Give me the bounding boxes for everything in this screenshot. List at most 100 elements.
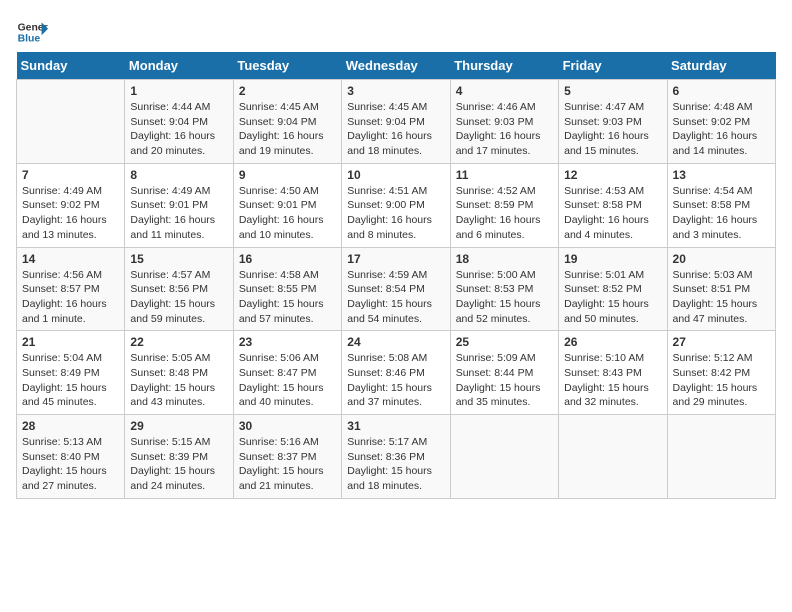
calendar-cell: 16 Sunrise: 4:58 AM Sunset: 8:55 PM Dayl… [233, 247, 341, 331]
day-number: 6 [673, 84, 770, 98]
day-info: Sunrise: 5:09 AM Sunset: 8:44 PM Dayligh… [456, 351, 553, 410]
calendar-cell: 3 Sunrise: 4:45 AM Sunset: 9:04 PM Dayli… [342, 80, 450, 164]
day-info: Sunrise: 4:58 AM Sunset: 8:55 PM Dayligh… [239, 268, 336, 327]
calendar-cell: 23 Sunrise: 5:06 AM Sunset: 8:47 PM Dayl… [233, 331, 341, 415]
day-info: Sunrise: 5:06 AM Sunset: 8:47 PM Dayligh… [239, 351, 336, 410]
sunset-label: Sunset: 9:01 PM [239, 199, 317, 211]
day-info: Sunrise: 5:10 AM Sunset: 8:43 PM Dayligh… [564, 351, 661, 410]
sunset-label: Sunset: 8:56 PM [130, 283, 208, 295]
sunrise-label: Sunrise: 5:05 AM [130, 352, 210, 364]
sunset-label: Sunset: 8:58 PM [564, 199, 642, 211]
day-number: 1 [130, 84, 227, 98]
weekday-header: Tuesday [233, 52, 341, 80]
sunset-label: Sunset: 8:58 PM [673, 199, 751, 211]
logo: General Blue [16, 16, 48, 48]
calendar-week-row: 21 Sunrise: 5:04 AM Sunset: 8:49 PM Dayl… [17, 331, 776, 415]
daylight-label: Daylight: 16 hours and 15 minutes. [564, 130, 649, 157]
day-info: Sunrise: 4:49 AM Sunset: 9:02 PM Dayligh… [22, 184, 119, 243]
sunrise-label: Sunrise: 4:49 AM [130, 185, 210, 197]
sunset-label: Sunset: 8:53 PM [456, 283, 534, 295]
sunrise-label: Sunrise: 5:01 AM [564, 269, 644, 281]
daylight-label: Daylight: 15 hours and 59 minutes. [130, 298, 215, 325]
sunrise-label: Sunrise: 4:45 AM [239, 101, 319, 113]
calendar-week-row: 7 Sunrise: 4:49 AM Sunset: 9:02 PM Dayli… [17, 163, 776, 247]
day-info: Sunrise: 4:47 AM Sunset: 9:03 PM Dayligh… [564, 100, 661, 159]
weekday-header: Monday [125, 52, 233, 80]
day-number: 9 [239, 168, 336, 182]
weekday-header-row: SundayMondayTuesdayWednesdayThursdayFrid… [17, 52, 776, 80]
day-info: Sunrise: 5:01 AM Sunset: 8:52 PM Dayligh… [564, 268, 661, 327]
calendar-cell: 18 Sunrise: 5:00 AM Sunset: 8:53 PM Dayl… [450, 247, 558, 331]
sunset-label: Sunset: 9:03 PM [564, 116, 642, 128]
day-number: 17 [347, 252, 444, 266]
day-info: Sunrise: 4:45 AM Sunset: 9:04 PM Dayligh… [347, 100, 444, 159]
day-number: 21 [22, 335, 119, 349]
sunset-label: Sunset: 8:55 PM [239, 283, 317, 295]
day-info: Sunrise: 5:15 AM Sunset: 8:39 PM Dayligh… [130, 435, 227, 494]
calendar-cell: 9 Sunrise: 4:50 AM Sunset: 9:01 PM Dayli… [233, 163, 341, 247]
calendar-week-row: 28 Sunrise: 5:13 AM Sunset: 8:40 PM Dayl… [17, 415, 776, 499]
day-number: 10 [347, 168, 444, 182]
daylight-label: Daylight: 16 hours and 4 minutes. [564, 214, 649, 241]
day-number: 30 [239, 419, 336, 433]
daylight-label: Daylight: 16 hours and 19 minutes. [239, 130, 324, 157]
weekday-header: Thursday [450, 52, 558, 80]
day-number: 24 [347, 335, 444, 349]
sunset-label: Sunset: 8:36 PM [347, 451, 425, 463]
sunrise-label: Sunrise: 4:47 AM [564, 101, 644, 113]
sunset-label: Sunset: 8:47 PM [239, 367, 317, 379]
sunrise-label: Sunrise: 4:52 AM [456, 185, 536, 197]
calendar-week-row: 14 Sunrise: 4:56 AM Sunset: 8:57 PM Dayl… [17, 247, 776, 331]
sunrise-label: Sunrise: 5:08 AM [347, 352, 427, 364]
day-number: 11 [456, 168, 553, 182]
day-number: 23 [239, 335, 336, 349]
sunset-label: Sunset: 9:02 PM [673, 116, 751, 128]
day-info: Sunrise: 4:44 AM Sunset: 9:04 PM Dayligh… [130, 100, 227, 159]
sunset-label: Sunset: 8:59 PM [456, 199, 534, 211]
day-number: 16 [239, 252, 336, 266]
day-info: Sunrise: 4:54 AM Sunset: 8:58 PM Dayligh… [673, 184, 770, 243]
daylight-label: Daylight: 16 hours and 1 minute. [22, 298, 107, 325]
daylight-label: Daylight: 15 hours and 27 minutes. [22, 465, 107, 492]
day-info: Sunrise: 4:52 AM Sunset: 8:59 PM Dayligh… [456, 184, 553, 243]
sunrise-label: Sunrise: 4:56 AM [22, 269, 102, 281]
daylight-label: Daylight: 15 hours and 47 minutes. [673, 298, 758, 325]
weekday-header: Sunday [17, 52, 125, 80]
sunrise-label: Sunrise: 4:45 AM [347, 101, 427, 113]
day-info: Sunrise: 4:59 AM Sunset: 8:54 PM Dayligh… [347, 268, 444, 327]
daylight-label: Daylight: 16 hours and 14 minutes. [673, 130, 758, 157]
day-info: Sunrise: 4:50 AM Sunset: 9:01 PM Dayligh… [239, 184, 336, 243]
sunrise-label: Sunrise: 4:54 AM [673, 185, 753, 197]
day-number: 15 [130, 252, 227, 266]
calendar-cell: 19 Sunrise: 5:01 AM Sunset: 8:52 PM Dayl… [559, 247, 667, 331]
sunrise-label: Sunrise: 4:48 AM [673, 101, 753, 113]
sunrise-label: Sunrise: 4:51 AM [347, 185, 427, 197]
daylight-label: Daylight: 16 hours and 10 minutes. [239, 214, 324, 241]
sunrise-label: Sunrise: 5:04 AM [22, 352, 102, 364]
day-number: 27 [673, 335, 770, 349]
day-info: Sunrise: 4:57 AM Sunset: 8:56 PM Dayligh… [130, 268, 227, 327]
calendar-week-row: 1 Sunrise: 4:44 AM Sunset: 9:04 PM Dayli… [17, 80, 776, 164]
sunrise-label: Sunrise: 5:13 AM [22, 436, 102, 448]
sunset-label: Sunset: 9:03 PM [456, 116, 534, 128]
day-info: Sunrise: 5:12 AM Sunset: 8:42 PM Dayligh… [673, 351, 770, 410]
day-info: Sunrise: 5:05 AM Sunset: 8:48 PM Dayligh… [130, 351, 227, 410]
day-number: 5 [564, 84, 661, 98]
sunrise-label: Sunrise: 5:12 AM [673, 352, 753, 364]
day-info: Sunrise: 5:04 AM Sunset: 8:49 PM Dayligh… [22, 351, 119, 410]
calendar-cell: 12 Sunrise: 4:53 AM Sunset: 8:58 PM Dayl… [559, 163, 667, 247]
sunrise-label: Sunrise: 5:00 AM [456, 269, 536, 281]
daylight-label: Daylight: 15 hours and 21 minutes. [239, 465, 324, 492]
calendar-cell: 22 Sunrise: 5:05 AM Sunset: 8:48 PM Dayl… [125, 331, 233, 415]
day-info: Sunrise: 4:46 AM Sunset: 9:03 PM Dayligh… [456, 100, 553, 159]
day-number: 25 [456, 335, 553, 349]
calendar-cell [17, 80, 125, 164]
daylight-label: Daylight: 16 hours and 3 minutes. [673, 214, 758, 241]
calendar-cell: 13 Sunrise: 4:54 AM Sunset: 8:58 PM Dayl… [667, 163, 775, 247]
calendar-cell: 6 Sunrise: 4:48 AM Sunset: 9:02 PM Dayli… [667, 80, 775, 164]
calendar-cell: 1 Sunrise: 4:44 AM Sunset: 9:04 PM Dayli… [125, 80, 233, 164]
calendar-cell [559, 415, 667, 499]
sunrise-label: Sunrise: 5:03 AM [673, 269, 753, 281]
daylight-label: Daylight: 16 hours and 20 minutes. [130, 130, 215, 157]
calendar-table: SundayMondayTuesdayWednesdayThursdayFrid… [16, 52, 776, 499]
